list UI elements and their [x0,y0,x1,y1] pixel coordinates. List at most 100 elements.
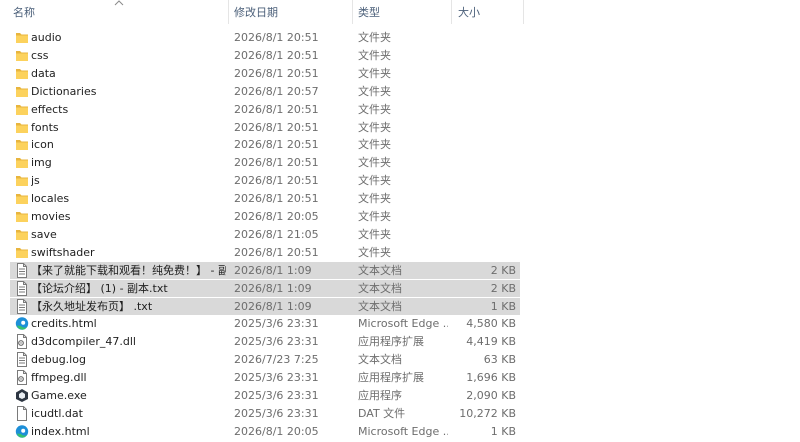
file-size [450,154,516,171]
folder-icon [15,245,29,260]
file-size [450,119,516,136]
file-modified-date: 2026/8/1 20:51 [234,138,319,152]
file-row[interactable]: icudtl.dat 2025/3/6 23:31 DAT 文件 10,272 KB [10,405,520,422]
column-header-date[interactable]: 修改日期 [234,0,278,24]
text-file-icon [15,280,29,296]
file-name: js [31,174,40,188]
file-size [450,47,516,64]
file-row[interactable]: 【来了就能下载和观看！纯免费！】 - 副... 2026/8/1 1:09 文本文档… [10,261,520,279]
file-modified-date: 2026/7/23 7:25 [234,353,319,367]
column-header-size[interactable]: 大小 [458,0,480,24]
file-modified-date: 2026/8/1 20:05 [234,210,319,223]
file-name: css [31,48,49,62]
text-file-icon [15,262,29,278]
file-name: ffmpeg.dll [31,371,87,385]
file-name: movies [31,210,71,223]
file-name: swiftshader [31,245,95,259]
file-type: Microsoft Edge ... [358,317,448,331]
folder-icon [15,173,29,188]
file-size: 2 KB [490,263,516,277]
file-type: 文件夹 [358,174,391,188]
column-divider[interactable] [352,0,353,24]
file-row[interactable]: save 2026/8/1 21:05 文件夹 [10,226,520,243]
file-row[interactable]: d3dcompiler_47.dll 2025/3/6 23:31 应用程序扩展 4,… [10,333,520,350]
blank-file-icon [15,405,29,421]
file-row[interactable]: movies 2026/8/1 20:05 文件夹 [10,208,520,225]
file-modified-date: 2026/8/1 1:09 [234,263,312,277]
file-row[interactable]: 【永久地址发布页】 .txt 2026/8/1 1:09 文本文档 1 KB [10,297,520,315]
file-row[interactable]: fonts 2026/8/1 20:51 文件夹 [10,119,520,136]
file-row[interactable]: data 2026/8/1 20:51 文件夹 [10,65,520,82]
folder-icon [15,102,29,117]
file-modified-date: 2025/3/6 23:31 [234,335,319,349]
file-type: 文件夹 [358,156,391,170]
file-name: Dictionaries [31,84,97,98]
folder-icon [15,227,29,242]
file-modified-date: 2026/8/1 20:51 [234,192,319,206]
file-row[interactable]: audio 2026/8/1 20:51 文件夹 [10,29,520,46]
file-type: 文件夹 [358,120,391,134]
file-modified-date: 2026/8/1 20:51 [234,102,319,116]
column-divider[interactable] [523,0,524,24]
file-modified-date: 2026/8/1 20:51 [234,66,319,80]
file-name: 【论坛介绍】 (1) - 副本.txt [31,281,168,295]
folder-icon [15,137,29,152]
file-row[interactable]: locales 2026/8/1 20:51 文件夹 [10,190,520,207]
file-name: fonts [31,120,59,134]
file-size [450,190,516,207]
folder-icon [15,66,29,81]
text-file-icon [15,298,29,314]
file-name: 【永久地址发布页】 .txt [31,299,153,313]
file-row[interactable]: 【论坛介绍】 (1) - 副本.txt 2026/8/1 1:09 文本文档 2 KB [10,279,520,297]
file-row[interactable]: css 2026/8/1 20:51 文件夹 [10,47,520,64]
file-name: img [31,156,52,170]
column-header-type[interactable]: 类型 [358,0,380,24]
column-divider[interactable] [451,0,452,24]
file-name: credits.html [31,317,97,331]
file-row[interactable]: debug.log 2026/7/23 7:25 文本文档 63 KB [10,351,520,368]
file-name: effects [31,102,69,116]
file-row[interactable]: swiftshader 2026/8/1 20:51 文件夹 [10,244,520,261]
file-size: 4,580 KB [466,317,516,331]
folder-icon [15,48,29,63]
file-row[interactable]: icon 2026/8/1 20:51 文件夹 [10,136,520,153]
file-row[interactable]: effects 2026/8/1 20:51 文件夹 [10,101,520,118]
file-type: 文本文档 [358,263,402,277]
file-type: 应用程序扩展 [358,371,424,385]
file-row[interactable]: Game.exe 2025/3/6 23:31 应用程序 2,090 KB [10,387,520,404]
file-modified-date: 2026/8/1 20:51 [234,120,319,134]
file-type: 文本文档 [358,281,402,295]
file-type: 文件夹 [358,138,391,152]
file-size: 10,272 KB [459,406,516,420]
file-modified-date: 2026/8/1 20:51 [234,245,319,259]
file-modified-date: 2026/8/1 20:51 [234,156,319,170]
edge-icon [15,316,29,331]
file-type: 文件夹 [358,102,391,116]
file-name: data [31,66,56,80]
file-row[interactable]: Dictionaries 2026/8/1 20:57 文件夹 [10,83,520,100]
file-modified-date: 2026/8/1 1:09 [234,281,312,295]
file-size [450,83,516,100]
file-row[interactable]: js 2026/8/1 20:51 文件夹 [10,172,520,189]
text-file-icon [15,352,29,368]
file-row[interactable]: ffmpeg.dll 2025/3/6 23:31 应用程序扩展 1,696 KB [10,369,520,386]
file-type: DAT 文件 [358,406,406,420]
column-header-name[interactable]: 名称 [13,0,35,24]
file-size: 1 KB [490,299,516,313]
file-size [450,172,516,189]
file-size [450,65,516,82]
file-size [450,226,516,243]
file-type: 文件夹 [358,84,391,98]
file-type: 应用程序 [358,389,402,402]
file-size [450,208,516,225]
file-type: 文件夹 [358,245,391,259]
file-row[interactable]: credits.html 2025/3/6 23:31 Microsoft Edge… [10,315,520,332]
folder-icon [15,191,29,206]
file-size [450,244,516,261]
file-row[interactable]: index.html 2026/8/1 20:05 Microsoft Edge .… [10,423,520,440]
file-row[interactable]: img 2026/8/1 20:51 文件夹 [10,154,520,171]
file-modified-date: 2025/3/6 23:31 [234,371,319,385]
column-divider[interactable] [228,0,229,24]
file-size: 2,090 KB [466,389,516,402]
file-type: 文件夹 [358,48,391,62]
